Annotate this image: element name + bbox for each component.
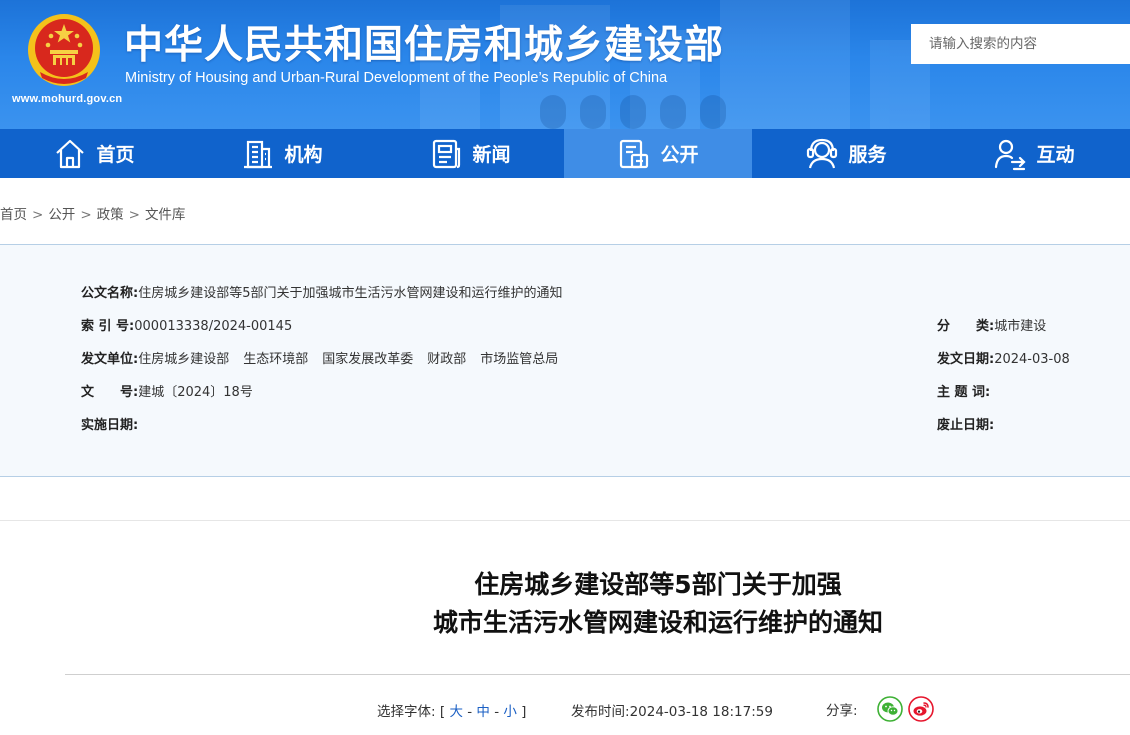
service-icon xyxy=(807,138,838,168)
publish-time: 发布时间:2024-03-18 18:17:59 xyxy=(571,700,773,720)
share-label: 分享: xyxy=(826,703,858,719)
nav-label: 机构 xyxy=(284,144,323,166)
font-small-button[interactable]: 小 xyxy=(503,704,517,720)
meta-row-issue-date: 发文日期:2024-03-08 xyxy=(937,348,1070,367)
expiry-label: 废止日期: xyxy=(937,418,995,433)
nav-item-service[interactable]: 服务 xyxy=(752,129,940,178)
effective-label: 实施日期: xyxy=(81,418,139,433)
nav-item-disclosure[interactable]: 公开 xyxy=(564,129,752,178)
nav-label: 首页 xyxy=(96,144,135,166)
font-separator: - xyxy=(467,704,473,720)
font-size-label: 选择字体: xyxy=(377,704,436,720)
article-title-line: 住房城乡建设部等5部门关于加强 xyxy=(474,570,842,599)
main-nav: 首页 机构 新闻 公开 服务 互动 xyxy=(0,129,1130,178)
meta-row-expiry: 废止日期: xyxy=(937,414,994,433)
issue-date-value: 2024-03-08 xyxy=(994,352,1070,367)
article-title-line: 城市生活污水管网建设和运行维护的通知 xyxy=(432,608,883,637)
meta-row-index: 索 引 号:000013338/2024-00145 xyxy=(81,315,292,334)
issuer-value: 住房城乡建设部 xyxy=(138,352,230,367)
breadcrumb-separator: > xyxy=(32,207,44,223)
nav-item-home[interactable]: 首页 xyxy=(0,129,188,178)
meta-row-doc-name: 公文名称:住房城乡建设部等5部门关于加强城市生活污水管网建设和运行维护的通知 xyxy=(81,282,562,301)
doc-no-value: 建城〔2024〕18号 xyxy=(138,385,253,400)
home-icon xyxy=(56,139,85,168)
issuer-value: 生态环境部 xyxy=(243,352,309,367)
nav-item-org[interactable]: 机构 xyxy=(188,129,376,178)
site-subtitle: Ministry of Housing and Urban-Rural Deve… xyxy=(125,70,668,86)
issue-date-label: 发文日期: xyxy=(937,352,995,367)
document-metadata-panel: 公文名称:住房城乡建设部等5部门关于加强城市生活污水管网建设和运行维护的通知 索… xyxy=(0,245,1130,477)
breadcrumb: 首页 > 公开 > 政策 > 文件库 xyxy=(0,203,185,223)
subject-label: 主 题 词: xyxy=(937,385,991,400)
doc-no-label: 文 号: xyxy=(81,385,139,400)
nav-label: 公开 xyxy=(660,144,699,166)
article-title: 住房城乡建设部等5部门关于加强 城市生活污水管网建设和运行维护的通知 xyxy=(0,566,1130,642)
issuer-value: 财政部 xyxy=(427,352,467,367)
meta-row-doc-no: 文 号:建城〔2024〕18号 xyxy=(81,381,253,400)
search-input[interactable] xyxy=(911,24,1130,64)
issuer-label: 发文单位: xyxy=(81,352,139,367)
national-emblem-icon xyxy=(28,14,100,86)
issuer-value: 国家发展改革委 xyxy=(322,352,414,367)
doc-name-label: 公文名称: xyxy=(81,286,139,301)
building-icon xyxy=(244,140,273,168)
site-title: 中华人民共和国住房和城乡建设部 xyxy=(124,23,725,68)
breadcrumb-document-library[interactable]: 文件库 xyxy=(145,207,186,223)
interaction-icon xyxy=(995,139,1027,170)
publish-time-label: 发布时间: xyxy=(571,704,630,720)
disclosure-icon xyxy=(620,139,649,168)
nav-label: 服务 xyxy=(848,144,887,166)
index-label: 索 引 号: xyxy=(81,319,135,334)
news-icon xyxy=(433,139,461,168)
header-banner: www.mohurd.gov.cn 中华人民共和国住房和城乡建设部 Minist… xyxy=(0,0,1130,129)
breadcrumb-disclosure[interactable]: 公开 xyxy=(48,207,75,223)
meta-row-issuer: 发文单位:住房城乡建设部 生态环境部 国家发展改革委 财政部 市场监管总局 xyxy=(81,348,558,367)
category-value: 城市建设 xyxy=(994,319,1047,334)
nav-label: 新闻 xyxy=(472,144,511,166)
divider xyxy=(65,674,1130,675)
meta-row-effective: 实施日期: xyxy=(81,414,138,433)
font-separator: - xyxy=(494,704,500,720)
font-size-selector: 选择字体: [ 大 - 中 - 小 ] xyxy=(377,700,526,720)
meta-row-category: 分 类:城市建设 xyxy=(937,315,1046,334)
breadcrumb-separator: > xyxy=(80,207,92,223)
meta-row-subject: 主 题 词: xyxy=(937,381,990,400)
nav-item-news[interactable]: 新闻 xyxy=(376,129,564,178)
category-label: 分 类: xyxy=(937,319,995,334)
breadcrumb-policy[interactable]: 政策 xyxy=(97,207,124,223)
font-bracket: [ xyxy=(439,704,446,720)
breadcrumb-home[interactable]: 首页 xyxy=(0,207,27,223)
nav-item-interaction[interactable]: 互动 xyxy=(940,129,1128,178)
font-bracket: ] xyxy=(521,704,527,720)
breadcrumb-separator: > xyxy=(128,207,140,223)
doc-name-value: 住房城乡建设部等5部门关于加强城市生活污水管网建设和运行维护的通知 xyxy=(138,286,563,301)
publish-time-value: 2024-03-18 18:17:59 xyxy=(629,704,773,720)
wechat-share-icon[interactable] xyxy=(877,696,903,722)
nav-label: 互动 xyxy=(1036,144,1075,166)
font-medium-button[interactable]: 中 xyxy=(476,704,490,720)
issuer-value: 市场监管总局 xyxy=(480,352,559,367)
site-url: www.mohurd.gov.cn xyxy=(12,93,123,105)
font-large-button[interactable]: 大 xyxy=(449,704,463,720)
weibo-share-icon[interactable] xyxy=(908,696,934,722)
index-value: 000013338/2024-00145 xyxy=(134,319,293,334)
divider xyxy=(0,520,1130,521)
